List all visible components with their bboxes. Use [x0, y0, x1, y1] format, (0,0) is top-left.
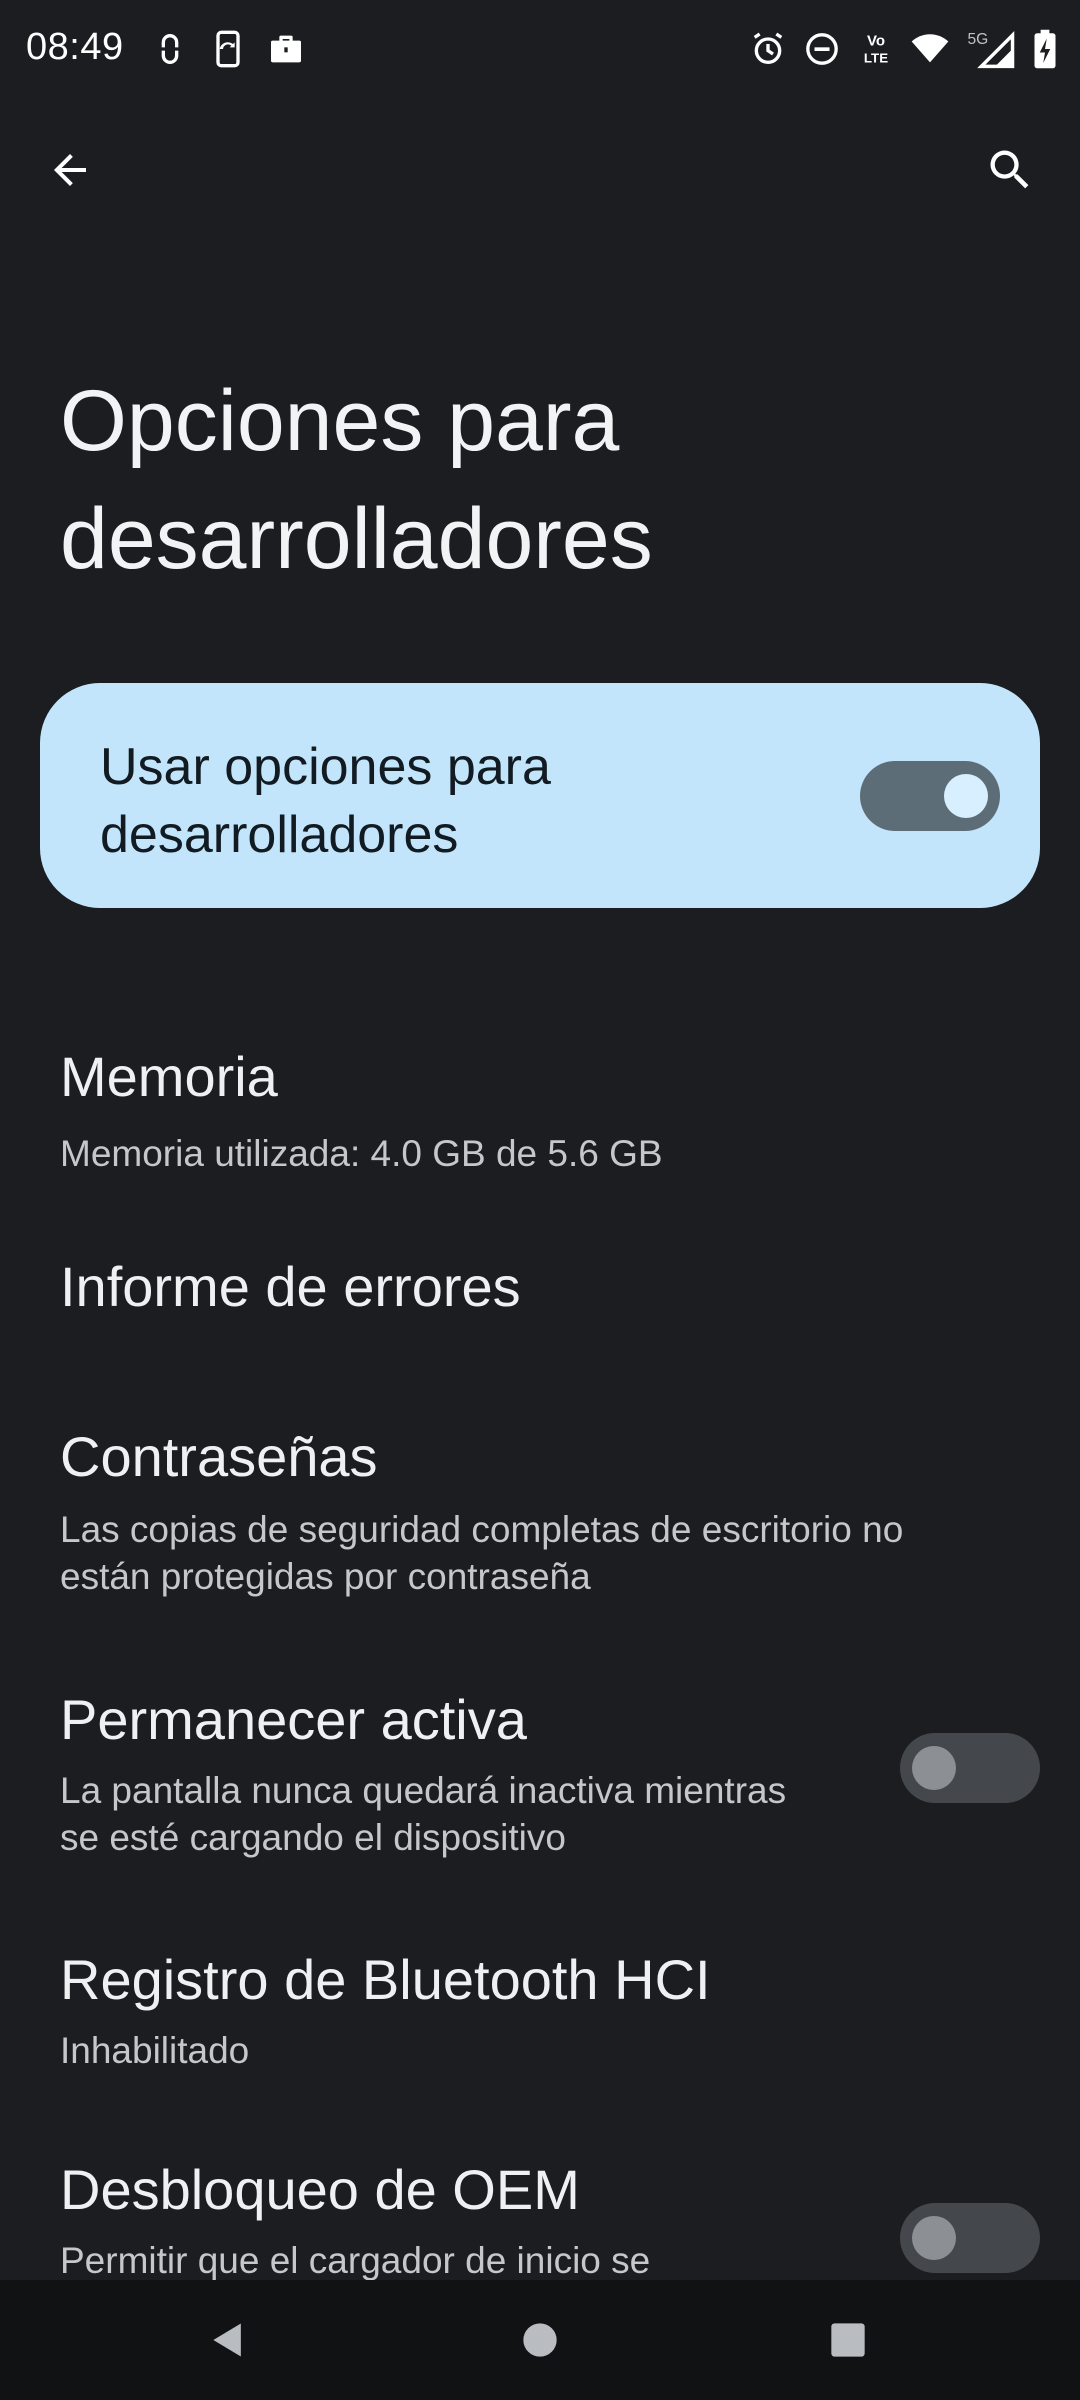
nav-recents-button[interactable] — [788, 2280, 908, 2400]
search-icon — [990, 150, 1029, 189]
arrow-back-icon — [54, 154, 86, 186]
alarm-icon — [748, 28, 788, 70]
do-not-disturb-icon — [802, 28, 842, 70]
nav-home-button[interactable] — [480, 2280, 600, 2400]
setting-summary-line-2: están protegidas por contraseña — [60, 1556, 591, 1597]
volte-icon: Vo LTE — [856, 28, 896, 70]
setting-memoria[interactable]: Memoria Memoria utilizada: 4.0 GB de 5.6… — [0, 1040, 1080, 1200]
desbloqueo-oem-toggle[interactable] — [900, 2203, 1040, 2273]
setting-title: Memoria — [60, 1045, 278, 1108]
back-button[interactable] — [30, 130, 110, 210]
status-right-icons: Vo LTE 5G — [748, 28, 1060, 70]
master-switch-toggle[interactable] — [860, 761, 1000, 831]
master-switch-label: Usar opciones para desarrolladores — [100, 733, 800, 869]
setting-registro-bluetooth-hci[interactable]: Registro de Bluetooth HCI Inhabilitado — [0, 1945, 1080, 2085]
volte-label-bottom: LTE — [864, 50, 888, 65]
setting-summary-line-2: se esté cargando el dispositivo — [60, 1817, 566, 1858]
setting-summary: Memoria utilizada: 4.0 GB de 5.6 GB — [60, 1133, 663, 1174]
signal-5g-icon: 5G — [964, 28, 1016, 70]
screenshot-icon — [150, 28, 190, 70]
nav-home-icon — [523, 2323, 557, 2357]
status-time: 08:49 — [26, 26, 124, 68]
phone-sync-icon — [208, 28, 248, 70]
page-title-line-1: Opciones para — [60, 373, 620, 469]
work-briefcase-icon — [266, 28, 306, 70]
setting-summary-line-1: La pantalla nunca quedará inactiva mient… — [60, 1770, 787, 1811]
page-title-line-2: desarrolladores — [60, 491, 653, 587]
setting-summary-line-1: Permitir que el cargador de inicio se — [60, 2240, 651, 2281]
nav-recents-icon — [831, 2323, 865, 2357]
page-title: Opciones para desarrolladores — [60, 362, 1020, 598]
search-button[interactable] — [970, 130, 1050, 210]
setting-summary-line-1: Las copias de seguridad completas de esc… — [60, 1509, 904, 1550]
setting-summary: Inhabilitado — [60, 2030, 250, 2071]
battery-charging-icon — [1030, 28, 1060, 70]
nav-back-button[interactable] — [168, 2280, 288, 2400]
top-app-bar — [0, 110, 1080, 210]
wifi-icon — [910, 28, 950, 70]
setting-title: Permanecer activa — [60, 1688, 527, 1751]
developer-options-master-switch[interactable]: Usar opciones para desarrolladores — [40, 683, 1040, 908]
setting-title: Informe de errores — [60, 1255, 521, 1318]
setting-permanecer-activa[interactable]: Permanecer activa La pantalla nunca qued… — [0, 1685, 1080, 1885]
network-label: 5G — [967, 31, 988, 48]
nav-back-icon — [213, 2323, 241, 2357]
status-left-icons — [150, 28, 306, 70]
master-switch-label-line-1: Usar opciones para — [100, 738, 551, 796]
status-bar: 08:49 Vo LTE 5G — [0, 0, 1080, 100]
setting-title: Contraseñas — [60, 1425, 378, 1488]
toggle-knob — [912, 2216, 956, 2260]
volte-label-top: Vo — [867, 33, 885, 50]
setting-title: Desbloqueo de OEM — [60, 2158, 580, 2221]
setting-informe-de-errores[interactable]: Informe de errores — [0, 1250, 1080, 1370]
permanecer-activa-toggle[interactable] — [900, 1733, 1040, 1803]
setting-summary: La pantalla nunca quedará inactiva mient… — [60, 1767, 880, 1861]
setting-title: Registro de Bluetooth HCI — [60, 1948, 711, 2011]
setting-summary: Las copias de seguridad completas de esc… — [60, 1506, 1020, 1600]
toggle-knob — [912, 1746, 956, 1790]
navigation-bar — [0, 2280, 1080, 2400]
toggle-knob — [944, 774, 988, 818]
master-switch-label-line-2: desarrolladores — [100, 806, 459, 864]
setting-contrasenas[interactable]: Contraseñas Las copias de seguridad comp… — [0, 1420, 1080, 1620]
